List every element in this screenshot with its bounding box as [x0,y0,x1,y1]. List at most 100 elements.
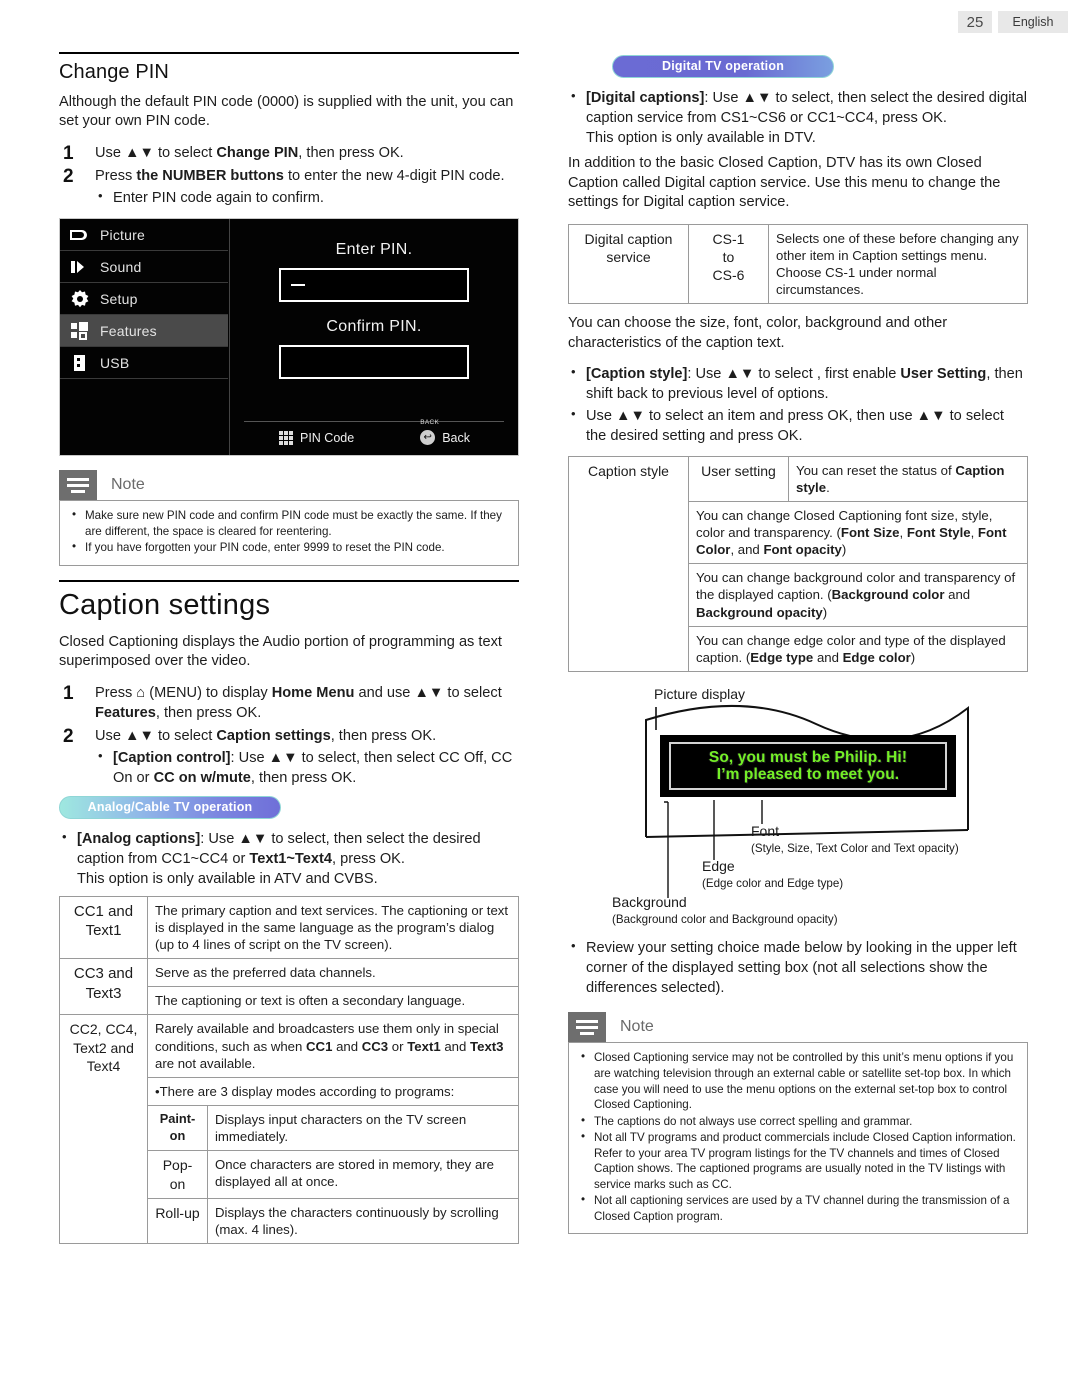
table-row: CC2, CC4, Text2 and Text4 Rarely availab… [59,1014,519,1244]
back-hint[interactable]: BACK ↩ Back [420,419,470,446]
step-2: 2 Press the NUMBER buttons to enter the … [59,166,519,208]
features-icon [60,321,100,341]
divider [59,52,519,54]
step-1: 1 Use ▲▼ to select Change PIN, then pres… [59,143,519,164]
picture-icon [60,227,100,243]
step-2: 2 Use ▲▼ to select Caption settings, the… [59,726,519,788]
cc2-cc4-key: CC2, CC4, Text2 and Text4 [59,1014,148,1244]
digital-tv-operation-pill: Digital TV operation [612,55,834,78]
caption-settings-intro: Closed Captioning displays the Audio por… [59,633,502,670]
availability-note: This option is only available in DTV. [586,130,816,147]
enter-pin-prompt: Enter PIN. [335,241,413,259]
note-icon [59,470,97,501]
caption-style-bullets: [Caption style]: Use ▲▼ to select , firs… [568,363,1028,447]
note-title: Note [620,1018,654,1036]
sidebar-item-picture[interactable]: Picture [60,219,228,252]
analog-tv-operation-pill: Analog/Cable TV operation [59,796,281,820]
cc-off-value: CC Off [438,749,484,766]
step-text: , then press OK. [330,727,437,744]
picture-display-label: Picture display [654,686,746,703]
step-text: to select [443,684,502,701]
analog-captions-bullets: [Analog captions]: Use ▲▼ to select, the… [59,828,519,889]
caption-control-bullets: [Caption control]: Use ▲▼ to select, the… [95,747,519,788]
step-number: 1 [63,682,74,704]
caption-line-1: So, you must be Philip. Hi! [708,748,908,766]
home-icon: ⌂ [136,684,146,701]
user-setting-key: User setting [688,455,789,502]
step-text: to select [153,144,217,161]
font-style-desc: You can change Closed Captioning font si… [688,500,1028,565]
bullet-item: Use ▲▼ to select an item and press OK, t… [568,405,1028,446]
sidebar-item-sound[interactable]: Sound [60,251,228,284]
font-sublabel: (Style, Size, Text Color and Text opacit… [751,842,959,856]
confirm-pin-prompt: Confirm PIN. [326,318,422,336]
edge-sublabel: (Edge color and Edge type) [702,877,844,891]
sidebar-item-label: Picture [100,226,145,243]
sidebar-item-setup[interactable]: Setup [60,283,228,316]
caption-preview-box: So, you must be Philip. Hi! I’m pleased … [660,735,956,798]
mode-roll-up-desc: Displays the characters continuously by … [207,1197,519,1245]
cc-mute-value: CC on w/mute [153,770,251,787]
note-item: If you have forgotten your PIN code, ent… [70,539,508,556]
sidebar-item-features[interactable]: Features [60,315,228,348]
cc3-text3-key: CC3 and Text3 [59,958,148,1016]
note-box-captioning: Note Closed Captioning service may not b… [568,1012,1028,1235]
table-row: CC1 and Text1 The primary caption and te… [59,895,519,960]
table-row: Caption style User setting You can reset… [568,455,1028,673]
mode-paint-on-desc: Displays input characters on the TV scre… [207,1104,519,1152]
note-item: The captions do not always use correct s… [579,1113,1017,1130]
note-item: Make sure new PIN code and confirm PIN c… [70,507,508,539]
cc2-cc4-modes-intro: •There are 3 display modes according to … [147,1076,519,1107]
edge-label: Edge [702,858,735,875]
step-text: Use [95,144,126,161]
updown-arrows-icon: ▲▼ [125,144,154,161]
mode-roll-up-key: Roll-up [147,1197,208,1245]
cc2-cc4-desc-a: Rarely available and broadcasters use th… [147,1014,519,1078]
divider [59,579,519,582]
cc-range-value: CC1~CC4 [161,851,229,868]
back-label: Back [442,430,470,445]
page-title: Change PIN [59,61,169,83]
step-text: Use [95,727,126,744]
background-label: Background [612,894,687,911]
analog-pill-row: Analog/Cable TV operation [59,794,519,827]
step-2-bullets: Enter PIN code again to confirm. [95,187,519,208]
user-setting-value: User Setting [900,366,987,383]
pin-cursor-icon [291,284,305,287]
bullet-item: [Caption control]: Use ▲▼ to select, the… [95,747,519,788]
availability-note: This option is only available in ATV and… [77,871,378,888]
caption-characteristics-paragraph: You can choose the size, font, color, ba… [568,315,948,351]
page-number: 25 [958,11,992,33]
bullet-item: Enter PIN code again to confirm. [95,187,519,208]
enter-pin-input[interactable] [279,268,469,303]
note-item: Closed Captioning service may not be con… [579,1049,1017,1112]
caption-style-label: Caption style [568,455,689,673]
back-arrow-icon: ↩ [420,430,436,446]
updown-arrows-icon: ▲▼ [616,408,645,425]
caption-line-2: I’m pleased to meet you. [716,766,900,784]
note-header: Note [59,470,519,501]
sidebar-item-usb[interactable]: USB [60,347,228,380]
step-bold: Change PIN [216,144,299,161]
digital-caption-paragraph: In addition to the basic Closed Caption,… [568,155,1001,211]
digital-captions-bullets: [Digital captions]: Use ▲▼ to select, th… [568,87,1028,148]
gear-icon [60,289,100,309]
bullet-bold: [Caption style] [586,366,688,383]
note-item: Not all TV programs and product commerci… [579,1129,1017,1192]
bullet-bold: [Analog captions] [77,831,201,848]
updown-arrows-icon: ▲▼ [742,90,772,106]
step-text: Press [95,167,137,184]
note-title: Note [111,476,145,494]
updown-arrows-icon: ▲▼ [414,684,444,701]
updown-arrows-icon: ▲▼ [125,727,154,744]
mode-pop-on-desc: Once characters are stored in memory, th… [207,1150,519,1199]
sidebar-item-label: Features [100,322,157,339]
background-style-desc: You can change background color and tran… [688,563,1028,627]
tv-osd-screenshot: Picture Sound Setup Features USB Enter P… [59,218,519,457]
picture-display-diagram: Picture display So, you must be Philip. … [568,682,1028,926]
confirm-pin-input[interactable] [279,345,469,380]
dcs-range: CS-1 to CS-6 [688,223,769,305]
bullet-bold: [Caption control] [113,749,231,766]
digital-pill-row: Digital TV operation [568,55,1028,86]
updown-arrows-icon: ▲▼ [268,749,298,766]
